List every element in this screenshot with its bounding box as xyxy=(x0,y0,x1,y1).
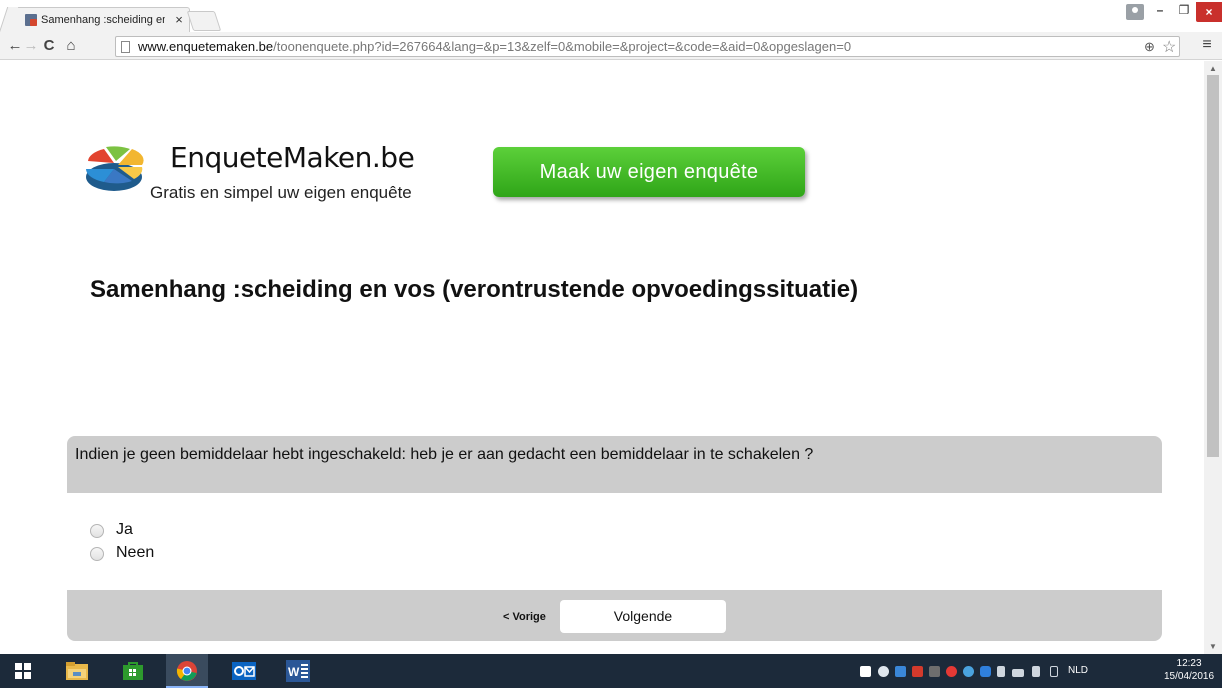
page-title: Samenhang :scheiding en vos (verontruste… xyxy=(90,276,859,303)
browser-tabbar: Samenhang :scheiding en vos (verontruste… xyxy=(0,0,1222,33)
store-button[interactable] xyxy=(112,654,154,688)
next-button[interactable]: Volgende xyxy=(560,600,726,633)
clock-date: 15/04/2016 xyxy=(1164,671,1215,682)
browser-tab[interactable]: Samenhang :scheiding en vos (verontruste… xyxy=(8,7,190,33)
chrome-button[interactable] xyxy=(166,654,208,688)
question-panel: Indien je geen bemiddelaar hebt ingescha… xyxy=(67,436,1162,493)
system-clock[interactable]: 12:23 15/04/2016 xyxy=(1164,657,1214,683)
language-indicator[interactable]: NLD xyxy=(1068,665,1088,676)
word-icon: W xyxy=(286,660,310,682)
site-tagline: Gratis en simpel uw eigen enquête xyxy=(150,183,412,202)
radio-button[interactable] xyxy=(90,547,104,561)
bookmark-star-icon[interactable]: ☆ xyxy=(1162,37,1176,57)
pdf-icon[interactable] xyxy=(912,666,923,677)
word-button[interactable]: W xyxy=(276,654,318,688)
home-icon[interactable]: ⌂ xyxy=(62,36,80,56)
onedrive-icon[interactable] xyxy=(878,666,889,677)
create-survey-button[interactable]: Maak uw eigen enquête xyxy=(493,147,805,197)
calendar-icon[interactable] xyxy=(895,666,906,677)
tab-close-icon[interactable]: × xyxy=(172,12,186,28)
cloud-sync-icon[interactable] xyxy=(963,666,974,677)
chrome-icon xyxy=(176,661,197,681)
page-icon xyxy=(121,41,130,53)
start-button[interactable] xyxy=(0,654,42,688)
answer-label[interactable]: Ja xyxy=(116,521,133,539)
network-signal-icon[interactable] xyxy=(1012,669,1024,677)
browser-toolbar: ← → C ⌂ www.enquetemaken.be/toonenquete.… xyxy=(0,32,1222,60)
page-viewport: EnqueteMaken.be Gratis en simpel uw eige… xyxy=(0,61,1204,654)
url-text[interactable]: www.enquetemaken.be/toonenquete.php?id=2… xyxy=(138,39,851,54)
store-icon xyxy=(123,662,143,680)
browser-menu-icon[interactable]: ≡ xyxy=(1198,36,1216,54)
scroll-up-arrow-icon[interactable]: ▲ xyxy=(1209,64,1217,73)
bluetooth-icon[interactable] xyxy=(980,666,991,677)
opera-icon[interactable] xyxy=(946,666,957,677)
flag-icon[interactable] xyxy=(997,666,1005,677)
tab-title: Samenhang :scheiding en vos (verontruste… xyxy=(41,14,165,26)
forward-arrow-icon[interactable]: → xyxy=(22,36,40,56)
windows-tray-icon[interactable] xyxy=(860,666,871,677)
clock-time: 12:23 xyxy=(1176,658,1202,669)
new-tab-button[interactable] xyxy=(186,11,222,31)
file-explorer-button[interactable] xyxy=(56,654,98,688)
windows-taskbar: W NLD 12:23 15/04/2016 xyxy=(0,654,1222,688)
pie-chart-logo-icon xyxy=(86,146,144,191)
previous-link[interactable]: < Vorige xyxy=(503,611,546,623)
site-logo-title[interactable]: EnqueteMaken.be xyxy=(170,141,415,174)
question-text: Indien je geen bemiddelaar hebt ingescha… xyxy=(75,446,814,463)
restore-button[interactable]: ❐ xyxy=(1172,0,1196,20)
zoom-icon[interactable]: ⊕ xyxy=(1144,39,1155,55)
site-favicon-icon xyxy=(25,14,37,26)
close-window-button[interactable]: × xyxy=(1196,2,1222,22)
scrollbar-thumb[interactable] xyxy=(1207,75,1219,457)
answer-label[interactable]: Neen xyxy=(116,544,154,562)
outlook-icon xyxy=(232,662,256,680)
outlook-button[interactable] xyxy=(222,654,264,688)
svg-text:W: W xyxy=(288,665,300,679)
navigation-panel: < Vorige Volgende xyxy=(67,590,1162,641)
volume-icon[interactable] xyxy=(1032,666,1040,677)
scroll-down-arrow-icon[interactable]: ▼ xyxy=(1209,642,1217,651)
battery-icon[interactable] xyxy=(1050,666,1058,677)
file-explorer-icon xyxy=(66,662,88,680)
minimize-button[interactable]: – xyxy=(1148,0,1172,20)
vertical-scrollbar[interactable]: ▲ ▼ xyxy=(1204,61,1222,654)
windows-logo-icon xyxy=(15,663,31,679)
address-bar[interactable]: www.enquetemaken.be/toonenquete.php?id=2… xyxy=(115,36,1180,57)
radio-button[interactable] xyxy=(90,524,104,538)
user-profile-icon[interactable] xyxy=(1126,4,1144,20)
reload-icon[interactable]: C xyxy=(40,36,58,56)
audio-app-icon[interactable] xyxy=(929,666,940,677)
